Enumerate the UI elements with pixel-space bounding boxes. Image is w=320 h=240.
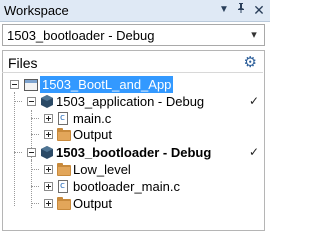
folder-icon (57, 163, 71, 176)
project-icon (41, 146, 53, 159)
check-icon: ✓ (249, 145, 260, 159)
folder-icon (57, 197, 71, 210)
workspace-icon (24, 79, 38, 91)
expand-icon[interactable] (44, 199, 53, 208)
project-label: 1503_bootloader - Debug (56, 145, 212, 160)
folder-label: Low_level (73, 162, 131, 177)
expand-icon[interactable] (44, 182, 53, 191)
panel-title: Workspace (4, 3, 69, 18)
collapse-icon[interactable] (27, 148, 36, 157)
panel-titlebar: Workspace ▼ ✕ (0, 0, 270, 22)
collapse-icon[interactable] (10, 80, 19, 89)
workspace-panel: Workspace ▼ ✕ 1503_bootloader - Debug ▾ … (0, 0, 270, 231)
configuration-select[interactable]: 1503_bootloader - Debug ▾ (2, 24, 265, 46)
close-icon[interactable]: ✕ (251, 2, 267, 18)
workspace-label: 1503_BootL_and_App (40, 76, 174, 93)
collapse-icon[interactable] (27, 97, 36, 106)
tree-file-row[interactable]: bootloader_main.c (6, 178, 246, 195)
expand-icon[interactable] (44, 165, 53, 174)
window-menu-dropdown-icon[interactable]: ▼ (216, 2, 232, 18)
files-header: Files ⚙ (2, 51, 263, 73)
files-header-label: Files (8, 55, 38, 71)
tree-workspace-row[interactable]: 1503_BootL_and_App (6, 76, 266, 93)
folder-label: Output (73, 196, 113, 211)
tree-file-row[interactable]: main.c (6, 110, 246, 127)
tree-project-row[interactable]: 1503_application - Debug ✓ (6, 93, 266, 110)
c-file-icon (58, 110, 68, 127)
pin-icon[interactable] (233, 2, 249, 18)
configuration-select-value: 1503_bootloader - Debug (7, 28, 155, 43)
project-icon (41, 95, 53, 108)
tree-folder-row[interactable]: Output (6, 195, 246, 212)
tree-project-row-active[interactable]: 1503_bootloader - Debug ✓ (6, 144, 266, 161)
project-label: 1503_application - Debug (56, 94, 205, 109)
chevron-down-icon[interactable]: ▾ (247, 27, 261, 43)
tree-folder-row[interactable]: Output (6, 126, 246, 143)
file-label: main.c (73, 111, 112, 126)
gear-icon[interactable]: ⚙ (244, 53, 257, 71)
folder-icon (57, 128, 71, 141)
c-file-icon (58, 178, 68, 195)
check-icon: ✓ (249, 94, 260, 108)
expand-icon[interactable] (44, 130, 53, 139)
tree-folder-row[interactable]: Low_level (6, 161, 246, 178)
file-label: bootloader_main.c (73, 179, 180, 194)
expand-icon[interactable] (44, 114, 53, 123)
folder-label: Output (73, 127, 113, 142)
